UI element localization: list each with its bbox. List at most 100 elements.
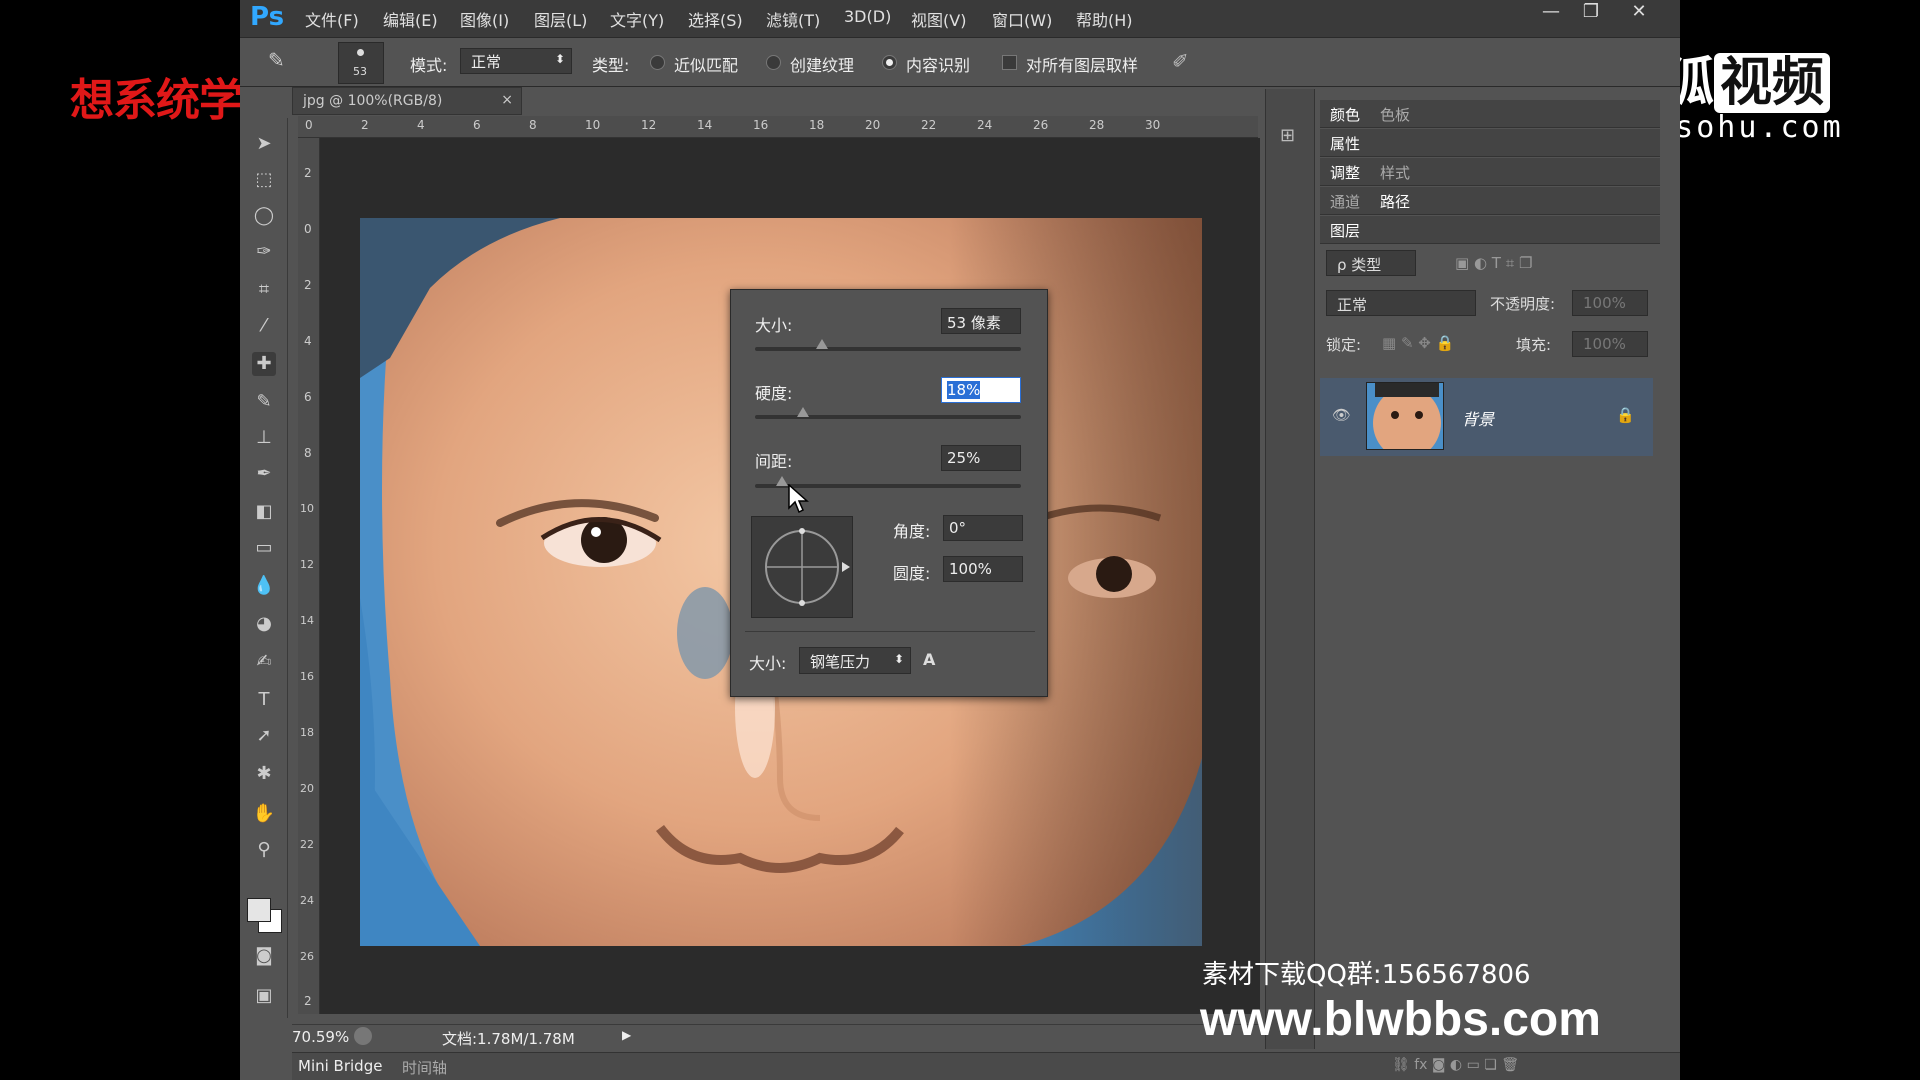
- menu-edit[interactable]: 编辑(E): [383, 7, 438, 31]
- blend-mode-select[interactable]: 正常: [1326, 290, 1476, 316]
- zoom-tool-icon[interactable]: ⚲: [252, 838, 276, 862]
- hand-tool-icon[interactable]: ✋: [252, 802, 276, 826]
- brush-size-thumb[interactable]: [815, 339, 828, 349]
- hardness-label: 硬度:: [755, 384, 793, 403]
- tab-channels[interactable]: 通道: [1330, 191, 1360, 212]
- gradient-tool-icon[interactable]: ▭: [252, 536, 276, 560]
- brush-angle-preview[interactable]: [751, 516, 853, 618]
- menu-image[interactable]: 图像(I): [460, 7, 509, 31]
- ruler-v-label: 18: [300, 726, 314, 739]
- crop-tool-icon[interactable]: ⌗: [252, 278, 276, 302]
- ruler-v-label: 16: [300, 670, 314, 683]
- menu-select[interactable]: 选择(S): [688, 7, 743, 31]
- sample-all-layers-checkbox[interactable]: [1002, 55, 1017, 70]
- eye-icon[interactable]: 👁: [1332, 406, 1351, 424]
- move-tool-icon[interactable]: ➤: [252, 132, 276, 156]
- document-tab[interactable]: jpg @ 100%(RGB/8) ×: [292, 87, 522, 115]
- hardness-field[interactable]: 18%: [941, 377, 1021, 403]
- ruler-h-label: 22: [921, 118, 937, 132]
- spacing-thumb[interactable]: [775, 476, 788, 486]
- ruler-v-label: 2: [304, 166, 312, 180]
- dodge-tool-icon[interactable]: ◕: [252, 612, 276, 636]
- eyedropper-tool-icon[interactable]: ⁄: [252, 314, 276, 338]
- foreground-color-swatch[interactable]: [247, 898, 271, 922]
- status-menu-arrow-icon[interactable]: ▶: [622, 1028, 631, 1042]
- menu-help[interactable]: 帮助(H): [1076, 7, 1133, 31]
- restore-button[interactable]: ❐: [1570, 0, 1612, 26]
- tab-properties[interactable]: 属性: [1330, 133, 1360, 154]
- history-brush-tool-icon[interactable]: ✒: [252, 462, 276, 486]
- pressure-control-select[interactable]: 钢笔压力 ⬍: [799, 647, 911, 674]
- tab-layers[interactable]: 图层: [1330, 220, 1360, 241]
- status-bar: 70.59% 文档:1.78M/1.78M ▶: [292, 1024, 1260, 1048]
- brush-size-field[interactable]: 53 像素: [941, 308, 1021, 334]
- healing-brush-tool-icon[interactable]: ✚: [252, 352, 276, 376]
- zoom-level[interactable]: 70.59%: [292, 1028, 349, 1046]
- roundness-field[interactable]: 100%: [943, 556, 1023, 582]
- marquee-tool-icon[interactable]: ⬚: [252, 168, 276, 192]
- healing-brush-tool-icon[interactable]: ✎: [268, 48, 302, 76]
- mode-select[interactable]: 正常 ⬍: [460, 48, 572, 74]
- tab-adjustments[interactable]: 调整: [1330, 162, 1360, 183]
- path-select-tool-icon[interactable]: ➚: [252, 724, 276, 748]
- hardness-slider[interactable]: [755, 407, 1021, 419]
- brush-preset-picker[interactable]: 53: [338, 42, 384, 84]
- panel-layers: 图层: [1320, 216, 1660, 244]
- layer-filter-icons[interactable]: ▣ ◐ T ⌗ ❐: [1455, 254, 1532, 272]
- ruler-v-label: 2: [304, 278, 312, 292]
- brush-tool-icon[interactable]: ✎: [252, 390, 276, 414]
- angle-field[interactable]: 0°: [943, 515, 1023, 541]
- menu-window[interactable]: 窗口(W): [992, 7, 1052, 31]
- menu-filter[interactable]: 滤镜(T): [766, 7, 820, 31]
- layer-row-background[interactable]: 👁 背景 🔒: [1320, 378, 1653, 456]
- document-tab-title: jpg @ 100%(RGB/8): [303, 93, 443, 109]
- pen-pressure-icon[interactable]: A: [923, 650, 935, 669]
- hardness-thumb[interactable]: [796, 407, 809, 417]
- tab-timeline[interactable]: 时间轴: [402, 1057, 447, 1078]
- tab-paths[interactable]: 路径: [1380, 191, 1410, 212]
- type-tool-icon[interactable]: T: [252, 688, 276, 712]
- brush-size-slider[interactable]: [755, 339, 1021, 351]
- mode-label: 模式:: [410, 56, 448, 75]
- screen-mode-icon[interactable]: ▣: [252, 984, 276, 1008]
- document-tab-close-icon[interactable]: ×: [501, 92, 513, 108]
- shape-tool-icon[interactable]: ✱: [252, 762, 276, 786]
- tab-swatches[interactable]: 色板: [1380, 104, 1410, 125]
- spacing-field[interactable]: 25%: [941, 445, 1021, 471]
- radio-proximity-match[interactable]: [650, 55, 665, 70]
- tab-mini-bridge[interactable]: Mini Bridge: [298, 1057, 382, 1075]
- collapsed-panel-strip: ⊞: [1265, 89, 1315, 1049]
- ruler-v-label: 22: [300, 838, 314, 851]
- radio-create-texture[interactable]: [766, 55, 781, 70]
- menu-3d[interactable]: 3D(D): [844, 7, 891, 26]
- ruler-v-label: 24: [300, 894, 314, 907]
- roundness-label: 圆度:: [893, 564, 931, 583]
- history-panel-icon[interactable]: ⊞: [1280, 125, 1295, 146]
- radio-content-aware[interactable]: [882, 55, 897, 70]
- pen-tool-icon[interactable]: ✍: [252, 650, 276, 674]
- status-info-icon[interactable]: [354, 1027, 372, 1045]
- quick-select-tool-icon[interactable]: ✑: [252, 240, 276, 264]
- menu-file[interactable]: 文件(F): [305, 7, 359, 31]
- eraser-tool-icon[interactable]: ◧: [252, 500, 276, 524]
- fill-field[interactable]: 100%: [1572, 331, 1648, 357]
- tab-color[interactable]: 颜色: [1330, 104, 1360, 125]
- ruler-h-label: 24: [977, 118, 993, 132]
- menu-type[interactable]: 文字(Y): [610, 7, 664, 31]
- opacity-field[interactable]: 100%: [1572, 290, 1648, 316]
- blur-tool-icon[interactable]: 💧: [252, 574, 276, 598]
- pressure-brush-icon[interactable]: ✐: [1172, 49, 1198, 75]
- menu-view[interactable]: 视图(V): [911, 7, 966, 31]
- lasso-tool-icon[interactable]: ◯: [252, 204, 276, 228]
- layer-name[interactable]: 背景: [1462, 406, 1494, 430]
- layer-filter-select[interactable]: ρ 类型: [1326, 250, 1416, 276]
- minimize-button[interactable]: —: [1530, 0, 1572, 26]
- quick-mask-icon[interactable]: ◙: [252, 944, 276, 968]
- opacity-value: 100%: [1583, 294, 1626, 312]
- clone-stamp-tool-icon[interactable]: ⊥: [252, 426, 276, 450]
- lock-icons[interactable]: ▦ ✎ ✥ 🔒: [1382, 334, 1454, 352]
- menu-layer[interactable]: 图层(L): [534, 7, 587, 31]
- close-button[interactable]: ✕: [1618, 0, 1660, 26]
- tab-styles[interactable]: 样式: [1380, 162, 1410, 183]
- layers-footer-icons[interactable]: ⛓ fx ◙ ◐ ▭ ❏ 🗑: [1392, 1057, 1519, 1073]
